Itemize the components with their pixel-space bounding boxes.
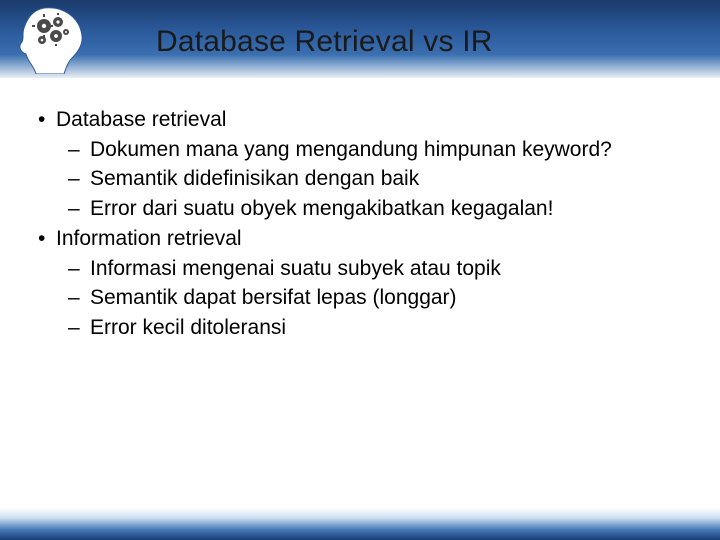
slide: Database Retrieval vs IR • Database retr… <box>0 0 720 540</box>
list-item: • Database retrieval <box>36 106 684 134</box>
list-item: – Semantik didefinisikan dengan baik <box>36 165 684 193</box>
dash-icon: – <box>68 195 90 223</box>
dash-icon: – <box>68 165 90 193</box>
head-gears-icon <box>6 4 106 74</box>
slide-footer <box>0 508 720 540</box>
dash-icon: – <box>68 255 90 283</box>
bullet-text: Error dari suatu obyek mengakibatkan keg… <box>90 195 553 223</box>
list-item: – Error dari suatu obyek mengakibatkan k… <box>36 195 684 223</box>
bullet-text: Informasi mengenai suatu subyek atau top… <box>90 255 501 283</box>
slide-body: • Database retrieval – Dokumen mana yang… <box>0 78 720 508</box>
bullet-text: Error kecil ditoleransi <box>90 314 286 342</box>
dash-icon: – <box>68 314 90 342</box>
list-item: – Error kecil ditoleransi <box>36 314 684 342</box>
dash-icon: – <box>68 284 90 312</box>
list-item: – Semantik dapat bersifat lepas (longgar… <box>36 284 684 312</box>
dash-icon: – <box>68 136 90 164</box>
slide-title: Database Retrieval vs IR <box>156 25 493 59</box>
bullet-icon: • <box>36 225 56 253</box>
bullet-text: Database retrieval <box>56 106 226 134</box>
slide-header: Database Retrieval vs IR <box>0 0 720 78</box>
bullet-text: Dokumen mana yang mengandung himpunan ke… <box>90 136 612 164</box>
bullet-icon: • <box>36 106 56 134</box>
bullet-text: Semantik didefinisikan dengan baik <box>90 165 419 193</box>
list-item: – Informasi mengenai suatu subyek atau t… <box>36 255 684 283</box>
bullet-text: Semantik dapat bersifat lepas (longgar) <box>90 284 457 312</box>
list-item: – Dokumen mana yang mengandung himpunan … <box>36 136 684 164</box>
list-item: • Information retrieval <box>36 225 684 253</box>
bullet-text: Information retrieval <box>56 225 242 253</box>
